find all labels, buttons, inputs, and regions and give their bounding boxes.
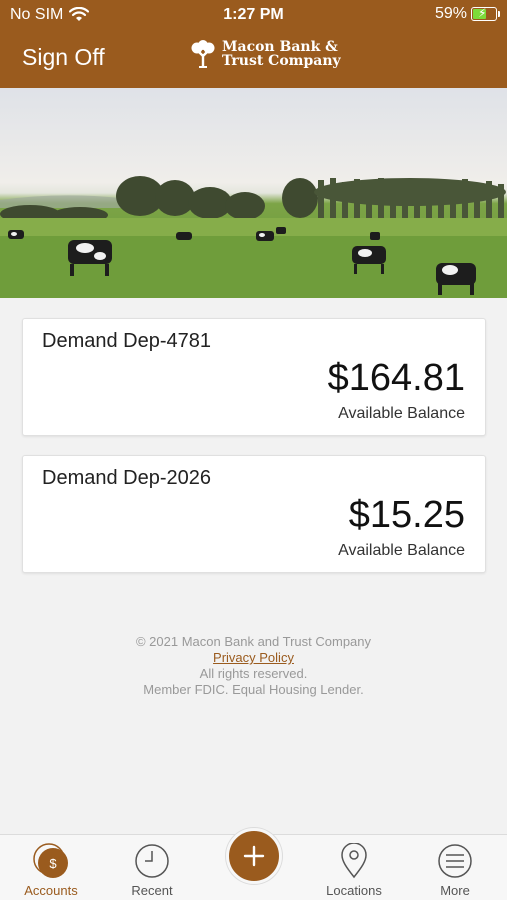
privacy-policy-link[interactable]: Privacy Policy — [0, 650, 507, 666]
sign-off-button[interactable]: Sign Off — [22, 44, 105, 71]
logo-line-2: Trust Company — [222, 53, 341, 69]
tab-recent-label: Recent — [131, 883, 173, 898]
battery-icon: ⚡ — [471, 6, 500, 21]
app-header: No SIM 1:27 PM 59% ⚡ Sign Off Macon Bank… — [0, 0, 507, 88]
hero-pasture-image — [0, 88, 507, 298]
menu-icon — [438, 844, 472, 878]
tab-locations-label: Locations — [326, 883, 382, 898]
location-pin-icon — [341, 843, 367, 879]
add-button[interactable] — [226, 828, 282, 884]
account-name: Demand Dep-2026 — [42, 467, 211, 489]
account-card[interactable]: Demand Dep-4781 $164.81 Available Balanc… — [22, 318, 486, 436]
bank-logo: Macon Bank & Trust Company — [190, 40, 341, 68]
account-name: Demand Dep-4781 — [42, 330, 211, 352]
copyright-text: © 2021 Macon Bank and Trust Company — [135, 634, 372, 649]
legal-footer: © 2021 Macon Bank and Trust Company Priv… — [0, 634, 507, 698]
account-balance: $164.81 — [327, 357, 465, 399]
tab-more-label: More — [440, 883, 470, 898]
tab-more[interactable]: More — [410, 843, 500, 898]
battery-percent: 59% — [434, 5, 467, 22]
tab-recent[interactable]: Recent — [107, 843, 197, 898]
tab-accounts-label: Accounts — [24, 883, 78, 898]
account-card[interactable]: Demand Dep-2026 $15.25 Available Balance — [22, 455, 486, 573]
status-time: 1:27 PM — [223, 6, 284, 23]
rights-text: All rights reserved. — [199, 666, 308, 681]
tree-logo-icon — [191, 40, 215, 68]
fdic-text: Member FDIC. Equal Housing Lender. — [143, 682, 364, 697]
balance-label: Available Balance — [338, 405, 465, 422]
plus-icon — [243, 845, 265, 867]
clock-icon — [135, 844, 169, 878]
svg-text:$: $ — [49, 856, 57, 871]
logo-line-1: Macon Bank & — [222, 39, 338, 55]
accounts-icon: $ — [33, 843, 68, 878]
account-balance: $15.25 — [348, 494, 465, 536]
tab-locations[interactable]: Locations — [309, 843, 399, 898]
tab-accounts[interactable]: $ Accounts — [6, 843, 96, 898]
status-bar: No SIM 1:27 PM 59% ⚡ — [0, 0, 507, 30]
balance-label: Available Balance — [338, 542, 465, 559]
